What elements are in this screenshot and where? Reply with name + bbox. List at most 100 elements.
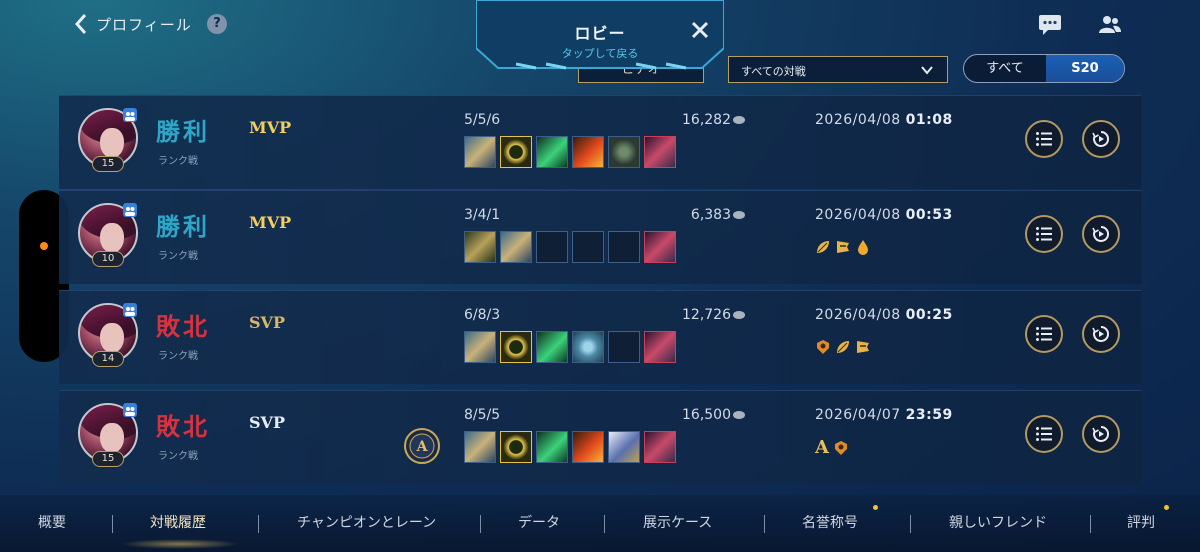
cloak-item-icon[interactable] (608, 431, 640, 463)
gold-earned: 12,726 (655, 307, 745, 323)
chevron-down-icon (921, 66, 933, 75)
arrow-item-icon[interactable] (500, 231, 532, 263)
details-button[interactable] (1025, 215, 1063, 253)
kda-stats: 6/8/3 (464, 307, 501, 323)
arrow-item-icon[interactable] (464, 431, 496, 463)
match-mode: ランク戦 (158, 156, 198, 167)
match-date: 2026/04/07 (815, 407, 901, 423)
back-button[interactable]: プロフィール (72, 12, 192, 36)
arrow-item-icon[interactable] (464, 331, 496, 363)
item-build (464, 431, 676, 463)
fire-item-icon[interactable] (572, 431, 604, 463)
leaf-medal-icon (817, 241, 829, 253)
empty-icon[interactable] (608, 231, 640, 263)
match-row[interactable]: 15 勝利 ランク戦 MVP 5/5/6 16,282 2026/04/08 01:08 (59, 95, 1141, 189)
help-icon[interactable]: ? (207, 14, 227, 34)
replay-button[interactable] (1082, 315, 1120, 353)
tab-close-friends[interactable]: 親しいフレンド (949, 512, 1047, 532)
details-button[interactable] (1025, 120, 1063, 158)
season-toggle[interactable]: すべて S20 (963, 54, 1125, 83)
details-button[interactable] (1025, 315, 1063, 353)
coin-icon (733, 311, 745, 319)
champion-level: 15 (92, 156, 124, 172)
bow-item-icon[interactable] (464, 231, 496, 263)
item-build (464, 231, 676, 263)
trinket-item-icon[interactable] (644, 431, 676, 463)
tab-data[interactable]: データ (518, 512, 560, 532)
match-date: 2026/04/08 (815, 112, 901, 128)
match-date: 2026/04/08 (815, 307, 901, 323)
empty-icon[interactable] (536, 231, 568, 263)
tab-overview[interactable]: 概要 (38, 512, 66, 532)
match-result: 敗北 (156, 312, 210, 341)
chat-icon[interactable] (1038, 14, 1062, 36)
new-dot (873, 505, 878, 510)
replay-icon (1092, 130, 1110, 147)
match-datetime: 2026/04/08 00:25 (815, 307, 953, 323)
details-button[interactable] (1025, 415, 1063, 453)
divider (258, 515, 259, 533)
tab-reputation[interactable]: 評判 (1127, 512, 1155, 532)
trinket-item-icon[interactable] (644, 331, 676, 363)
active-tab-glow (120, 539, 240, 549)
gold-earned: 16,500 (655, 407, 745, 423)
match-result: 勝利 (156, 212, 210, 241)
tab-champions-lanes[interactable]: チャンピオンとレーン (297, 512, 436, 532)
list-icon (1036, 227, 1052, 241)
match-row[interactable]: 14 敗北 ランク戦 SVP 6/8/3 12,726 2026/04/08 00:25 (59, 290, 1141, 384)
close-icon[interactable] (690, 20, 710, 40)
empty-icon[interactable] (608, 331, 640, 363)
party-icon (123, 108, 137, 122)
dropdown-value: すべての対戦 (741, 65, 806, 78)
mythic-item-icon[interactable] (500, 431, 532, 463)
toggle-s20[interactable]: S20 (1046, 55, 1124, 82)
scale-item-icon[interactable] (572, 331, 604, 363)
trinket-item-icon[interactable] (644, 136, 676, 168)
replay-button[interactable] (1082, 120, 1120, 158)
gold-value: 12,726 (682, 307, 731, 323)
notification-dot (40, 242, 48, 250)
gold-value: 16,282 (682, 112, 731, 128)
party-icon (123, 403, 137, 417)
match-time: 00:53 (905, 207, 953, 223)
trinket-item-icon[interactable] (644, 231, 676, 263)
match-row[interactable]: 15 敗北 ランク戦 SVP A 8/5/5 16,500 2026/04/07 23:5… (59, 390, 1141, 484)
empty-icon[interactable] (572, 231, 604, 263)
lobby-subtitle: タップして戻る (561, 47, 639, 60)
crest-medal-icon (834, 441, 847, 455)
tab-honor-titles[interactable]: 名誉称号 (802, 512, 858, 532)
green-blade-item-icon[interactable] (536, 136, 568, 168)
fire-item-icon[interactable] (572, 136, 604, 168)
match-result: 敗北 (156, 412, 210, 441)
match-row[interactable]: 10 勝利 ランク戦 MVP 3/4/1 6,383 2026/04/08 00:53 (59, 190, 1141, 284)
replay-icon (1092, 425, 1110, 442)
list-icon (1036, 427, 1052, 441)
replay-button[interactable] (1082, 415, 1120, 453)
replay-button[interactable] (1082, 215, 1120, 253)
lobby-popup[interactable]: ロビー タップして戻る (476, 0, 724, 72)
tab-showcase[interactable]: 展示ケース (643, 512, 712, 532)
match-datetime: 2026/04/08 01:08 (815, 112, 953, 128)
item-build (464, 331, 676, 363)
friends-icon[interactable] (1098, 14, 1122, 36)
match-type-dropdown[interactable]: すべての対戦 (728, 56, 948, 83)
rank-a-medal: A (815, 437, 829, 458)
match-time: 23:59 (905, 407, 953, 423)
green-blade-item-icon[interactable] (536, 431, 568, 463)
emblem-label: A (416, 439, 429, 455)
armor-item-icon[interactable] (608, 136, 640, 168)
gold-value: 16,500 (682, 407, 731, 423)
green-blade-item-icon[interactable] (536, 331, 568, 363)
arrow-item-icon[interactable] (464, 136, 496, 168)
toggle-all[interactable]: すべて (964, 55, 1046, 82)
mythic-item-icon[interactable] (500, 136, 532, 168)
tab-match-history[interactable]: 対戦履歴 (150, 512, 206, 532)
match-mode: ランク戦 (158, 351, 198, 362)
party-icon (123, 303, 137, 317)
mythic-item-icon[interactable] (500, 331, 532, 363)
kda-stats: 3/4/1 (464, 207, 501, 223)
back-label: プロフィール (96, 15, 192, 34)
match-time: 00:25 (905, 307, 953, 323)
coin-icon (733, 211, 745, 219)
match-date: 2026/04/08 (815, 207, 901, 223)
